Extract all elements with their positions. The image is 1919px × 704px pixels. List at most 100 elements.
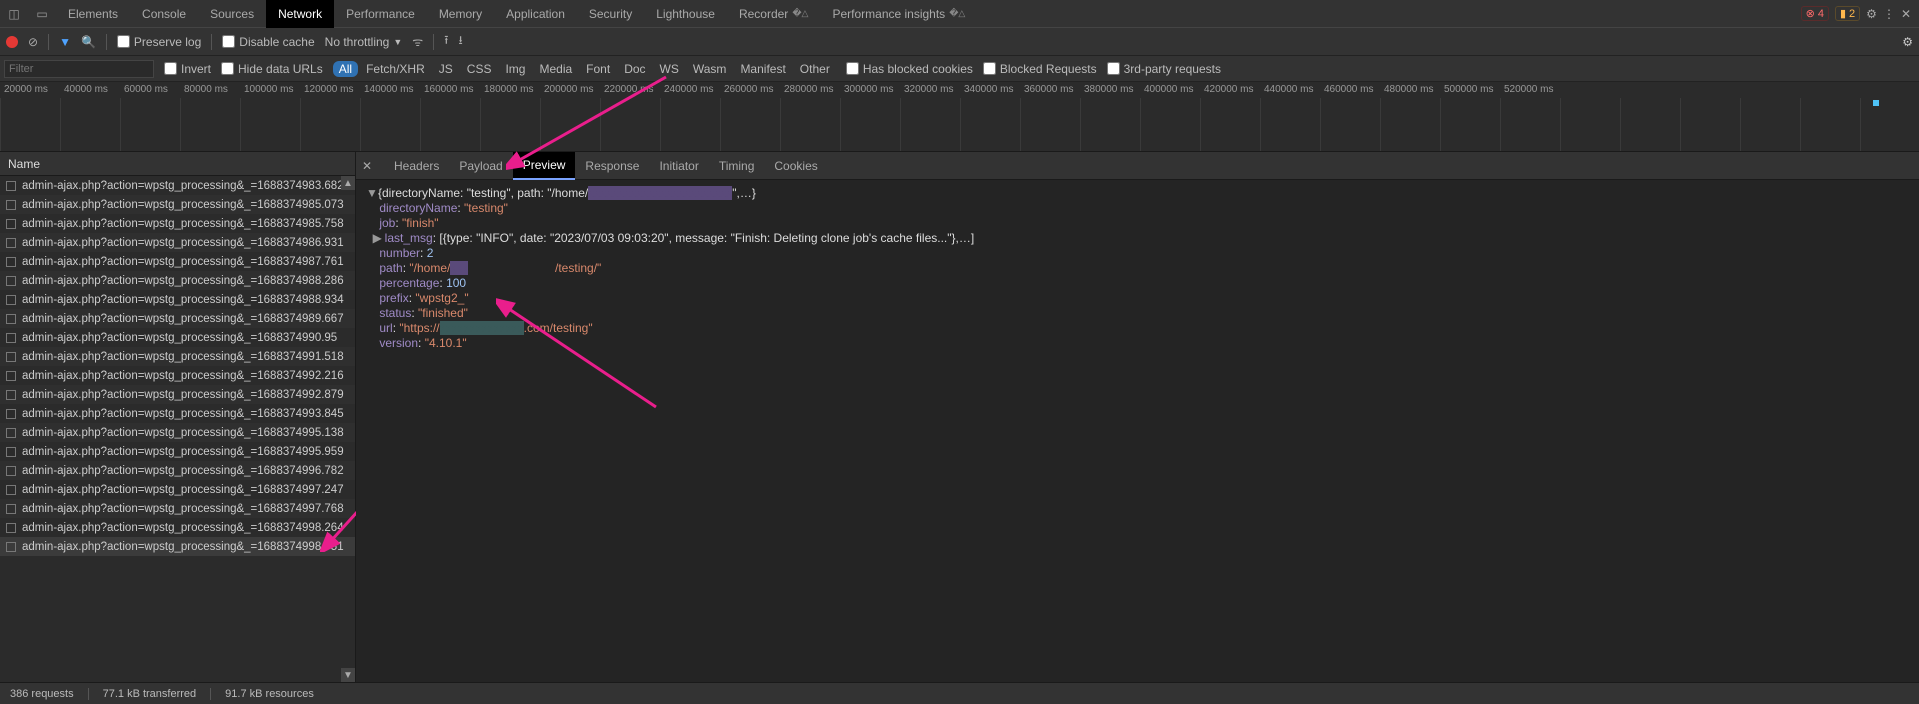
settings-icon[interactable]: ⚙ [1866, 7, 1877, 21]
hide-data-urls-toggle[interactable]: Hide data URLs [221, 62, 323, 76]
search-icon[interactable]: 🔍 [81, 35, 96, 49]
detail-tab-preview[interactable]: Preview [513, 152, 576, 180]
file-icon [6, 219, 16, 229]
request-row[interactable]: admin-ajax.php?action=wpstg_processing&_… [0, 537, 355, 556]
tab-sources[interactable]: Sources [198, 0, 266, 28]
has-blocked-cookies-toggle[interactable]: Has blocked cookies [846, 62, 973, 76]
filter-type-css[interactable]: CSS [461, 61, 498, 77]
filter-type-font[interactable]: Font [580, 61, 616, 77]
blocked-requests-toggle[interactable]: Blocked Requests [983, 62, 1097, 76]
request-row[interactable]: admin-ajax.php?action=wpstg_processing&_… [0, 309, 355, 328]
tab-security[interactable]: Security [577, 0, 644, 28]
request-row[interactable]: admin-ajax.php?action=wpstg_processing&_… [0, 252, 355, 271]
request-row[interactable]: admin-ajax.php?action=wpstg_processing&_… [0, 461, 355, 480]
detail-tab-initiator[interactable]: Initiator [649, 152, 708, 180]
clear-icon[interactable]: ⊘ [28, 35, 38, 49]
preview-content[interactable]: ▼{directoryName: "testing", path: "/home… [356, 180, 1919, 357]
file-icon [6, 238, 16, 248]
filter-type-manifest[interactable]: Manifest [734, 61, 791, 77]
file-icon [6, 200, 16, 210]
timeline-marker [1873, 100, 1879, 106]
tab-application[interactable]: Application [494, 0, 577, 28]
file-icon [6, 542, 16, 552]
request-row[interactable]: admin-ajax.php?action=wpstg_processing&_… [0, 328, 355, 347]
filter-type-wasm[interactable]: Wasm [687, 61, 733, 77]
detail-tab-cookies[interactable]: Cookies [764, 152, 827, 180]
filter-type-ws[interactable]: WS [654, 61, 685, 77]
file-icon [6, 485, 16, 495]
request-row[interactable]: admin-ajax.php?action=wpstg_processing&_… [0, 195, 355, 214]
scroll-down-icon[interactable]: ▼ [341, 668, 355, 682]
network-conditions-icon[interactable]: ᯤ [412, 33, 423, 50]
request-row[interactable]: admin-ajax.php?action=wpstg_processing&_… [0, 385, 355, 404]
request-row[interactable]: admin-ajax.php?action=wpstg_processing&_… [0, 214, 355, 233]
request-row[interactable]: admin-ajax.php?action=wpstg_processing&_… [0, 480, 355, 499]
file-icon [6, 428, 16, 438]
request-row[interactable]: admin-ajax.php?action=wpstg_processing&_… [0, 366, 355, 385]
tab-lighthouse[interactable]: Lighthouse [644, 0, 727, 28]
device-toggle-icon[interactable]: ▭ [28, 7, 56, 21]
file-icon [6, 390, 16, 400]
request-row[interactable]: admin-ajax.php?action=wpstg_processing&_… [0, 423, 355, 442]
request-row[interactable]: admin-ajax.php?action=wpstg_processing&_… [0, 518, 355, 537]
filter-type-media[interactable]: Media [533, 61, 578, 77]
request-row[interactable]: admin-ajax.php?action=wpstg_processing&_… [0, 499, 355, 518]
detail-tab-timing[interactable]: Timing [709, 152, 765, 180]
tab-performance-insights[interactable]: Performance insights �△ [820, 0, 977, 28]
request-row[interactable]: admin-ajax.php?action=wpstg_processing&_… [0, 290, 355, 309]
request-list-header[interactable]: Name [0, 152, 355, 176]
detail-tab-response[interactable]: Response [575, 152, 649, 180]
tab-performance[interactable]: Performance [334, 0, 427, 28]
close-devtools-icon[interactable]: ✕ [1901, 7, 1911, 21]
filter-type-all[interactable]: All [333, 61, 358, 77]
filter-input[interactable] [4, 60, 154, 78]
import-har-icon[interactable]: ⭱ [444, 31, 448, 52]
tab-recorder[interactable]: Recorder �△ [727, 0, 821, 28]
file-icon [6, 352, 16, 362]
file-icon [6, 276, 16, 286]
request-row[interactable]: admin-ajax.php?action=wpstg_processing&_… [0, 233, 355, 252]
filter-type-doc[interactable]: Doc [618, 61, 651, 77]
filter-bar: Invert Hide data URLs AllFetch/XHRJSCSSI… [0, 56, 1919, 82]
tab-console[interactable]: Console [130, 0, 198, 28]
tab-network[interactable]: Network [266, 0, 334, 28]
filter-type-other[interactable]: Other [794, 61, 836, 77]
inspect-icon[interactable]: ◫ [0, 7, 28, 21]
request-list[interactable]: admin-ajax.php?action=wpstg_processing&_… [0, 176, 355, 682]
warning-badge[interactable]: ▮ 2 [1835, 6, 1860, 21]
request-row[interactable]: admin-ajax.php?action=wpstg_processing&_… [0, 347, 355, 366]
main-panel: Name admin-ajax.php?action=wpstg_process… [0, 152, 1919, 682]
request-row[interactable]: admin-ajax.php?action=wpstg_processing&_… [0, 442, 355, 461]
status-requests: 386 requests [10, 688, 89, 700]
record-button[interactable] [6, 36, 18, 48]
tab-elements[interactable]: Elements [56, 0, 130, 28]
type-filters: AllFetch/XHRJSCSSImgMediaFontDocWSWasmMa… [333, 61, 836, 77]
more-icon[interactable]: ⋮ [1883, 7, 1895, 21]
close-detail-icon[interactable]: ✕ [362, 159, 382, 173]
file-icon [6, 314, 16, 324]
throttling-select[interactable]: No throttling ▼ [325, 35, 403, 49]
status-transferred: 77.1 kB transferred [103, 688, 212, 700]
export-har-icon[interactable]: ⭳ [458, 31, 462, 52]
detail-tab-headers[interactable]: Headers [384, 152, 449, 180]
detail-tab-payload[interactable]: Payload [449, 152, 512, 180]
invert-toggle[interactable]: Invert [164, 62, 211, 76]
request-row[interactable]: admin-ajax.php?action=wpstg_processing&_… [0, 176, 355, 195]
filter-type-fetch-xhr[interactable]: Fetch/XHR [360, 61, 431, 77]
error-badge[interactable]: ⊗ 4 [1801, 6, 1829, 21]
filter-type-img[interactable]: Img [499, 61, 531, 77]
request-list-panel: Name admin-ajax.php?action=wpstg_process… [0, 152, 356, 682]
network-settings-icon[interactable]: ⚙ [1902, 35, 1913, 49]
third-party-toggle[interactable]: 3rd-party requests [1107, 62, 1221, 76]
scroll-up-icon[interactable]: ▲ [341, 176, 355, 190]
disable-cache-toggle[interactable]: Disable cache [222, 35, 314, 49]
file-icon [6, 447, 16, 457]
preserve-log-toggle[interactable]: Preserve log [117, 35, 201, 49]
request-row[interactable]: admin-ajax.php?action=wpstg_processing&_… [0, 271, 355, 290]
detail-tabs: ✕ HeadersPayloadPreviewResponseInitiator… [356, 152, 1919, 180]
timeline-overview[interactable]: 20000 ms40000 ms60000 ms80000 ms100000 m… [0, 82, 1919, 152]
tab-memory[interactable]: Memory [427, 0, 494, 28]
request-row[interactable]: admin-ajax.php?action=wpstg_processing&_… [0, 404, 355, 423]
filter-type-js[interactable]: JS [433, 61, 459, 77]
filter-toggle-icon[interactable]: ▼ [59, 35, 71, 49]
